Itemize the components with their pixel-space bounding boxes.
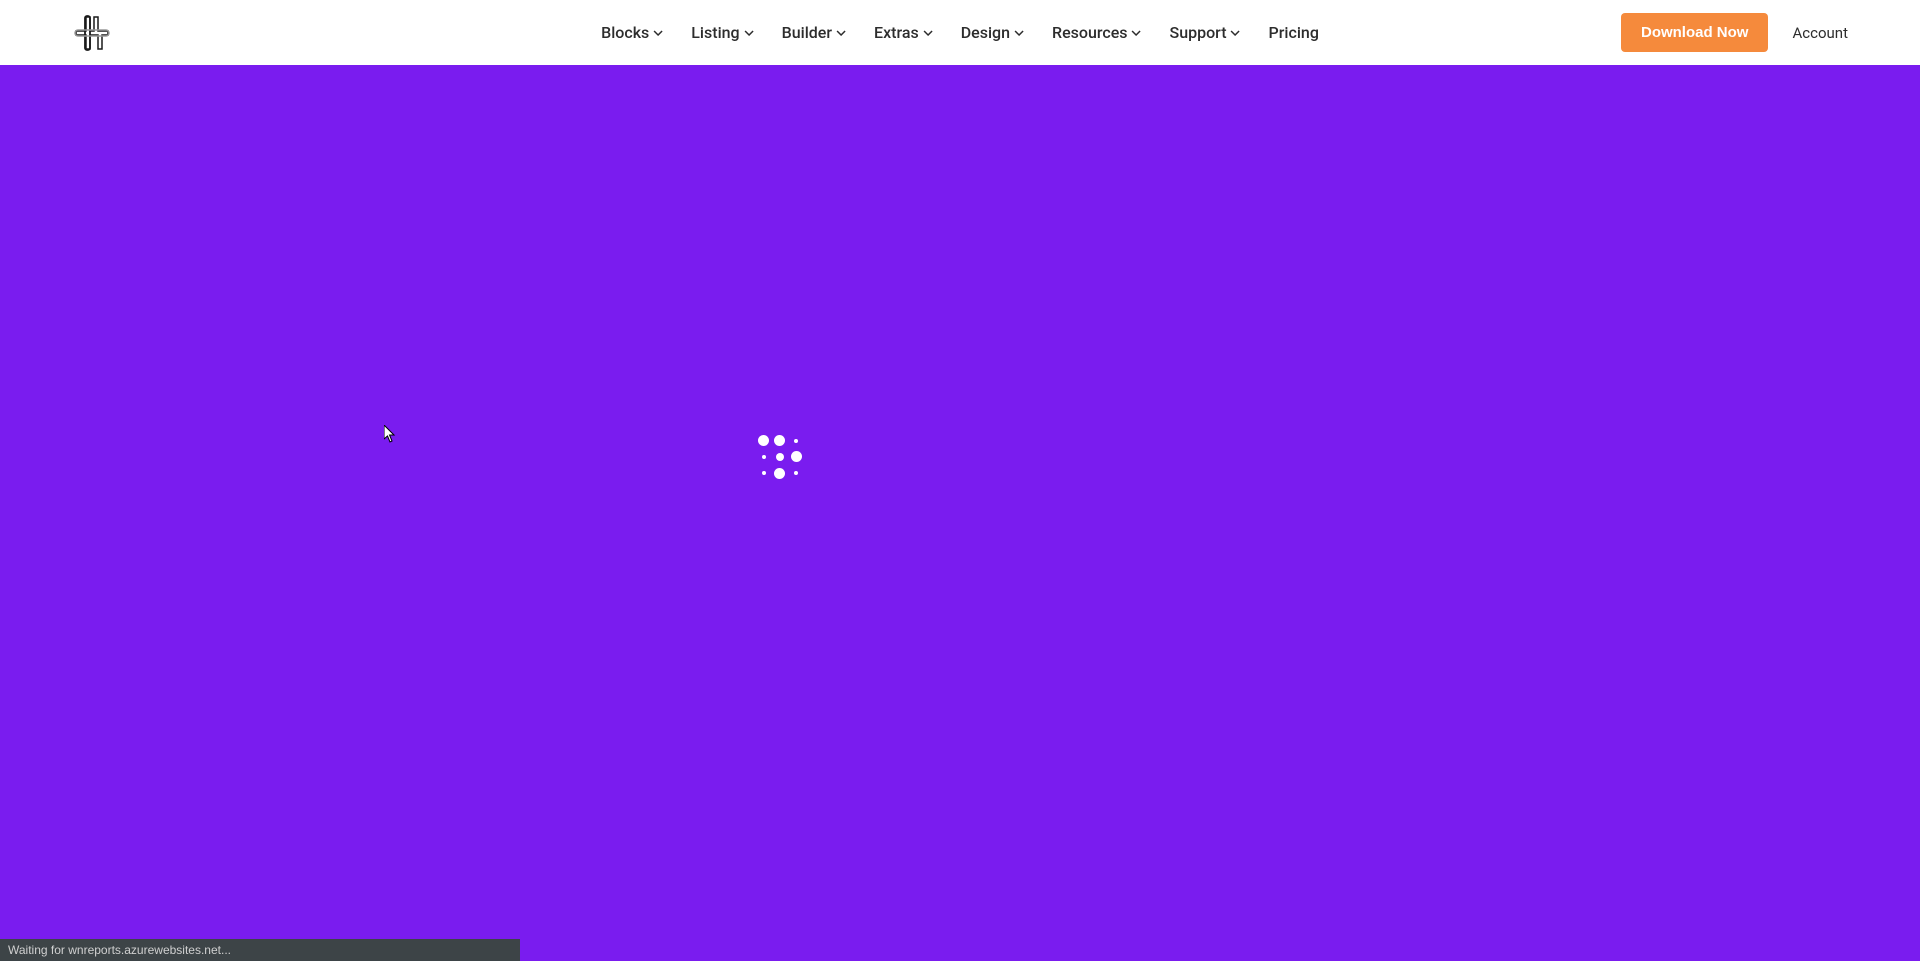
chevron-down-icon	[653, 28, 663, 38]
nav-label: Resources	[1052, 23, 1128, 42]
header-actions: Download Now Account	[1621, 13, 1848, 52]
chevron-down-icon	[1231, 28, 1241, 38]
spinner-dot	[758, 435, 769, 446]
nav-label: Pricing	[1269, 23, 1319, 42]
logo[interactable]	[72, 13, 112, 53]
spinner-dot	[774, 435, 785, 446]
spinner-dot	[762, 455, 766, 459]
main-nav: Blocks Listing Builder Extras Design	[601, 23, 1319, 42]
nav-label: Listing	[691, 23, 739, 42]
spinner-dot	[794, 439, 798, 443]
nav-item-design[interactable]: Design	[961, 23, 1024, 42]
download-button[interactable]: Download Now	[1621, 13, 1769, 52]
nav-label: Builder	[782, 23, 832, 42]
loading-spinner	[758, 435, 802, 479]
nav-item-resources[interactable]: Resources	[1052, 23, 1142, 42]
chevron-down-icon	[744, 28, 754, 38]
spinner-dot	[762, 471, 766, 475]
spinner-dot	[791, 451, 802, 462]
nav-label: Design	[961, 23, 1010, 42]
account-link[interactable]: Account	[1792, 24, 1848, 42]
chevron-down-icon	[1014, 28, 1024, 38]
logo-icon	[72, 13, 112, 53]
nav-label: Extras	[874, 23, 919, 42]
status-text: Waiting for wnreports.azurewebsites.net.…	[8, 943, 231, 957]
nav-item-blocks[interactable]: Blocks	[601, 23, 663, 42]
nav-item-support[interactable]: Support	[1170, 23, 1241, 42]
nav-item-extras[interactable]: Extras	[874, 23, 933, 42]
nav-item-listing[interactable]: Listing	[691, 23, 753, 42]
spinner-dot	[776, 453, 784, 461]
status-bar: Waiting for wnreports.azurewebsites.net.…	[0, 939, 520, 961]
nav-label: Support	[1170, 23, 1227, 42]
chevron-down-icon	[923, 28, 933, 38]
chevron-down-icon	[1132, 28, 1142, 38]
main-header: Blocks Listing Builder Extras Design	[0, 0, 1920, 65]
nav-item-pricing[interactable]: Pricing	[1269, 23, 1319, 42]
main-content: Waiting for wnreports.azurewebsites.net.…	[0, 65, 1920, 961]
cursor-icon	[384, 425, 396, 443]
chevron-down-icon	[836, 28, 846, 38]
spinner-dot	[794, 471, 798, 475]
nav-item-builder[interactable]: Builder	[782, 23, 846, 42]
nav-label: Blocks	[601, 23, 649, 42]
spinner-dot	[774, 468, 785, 479]
